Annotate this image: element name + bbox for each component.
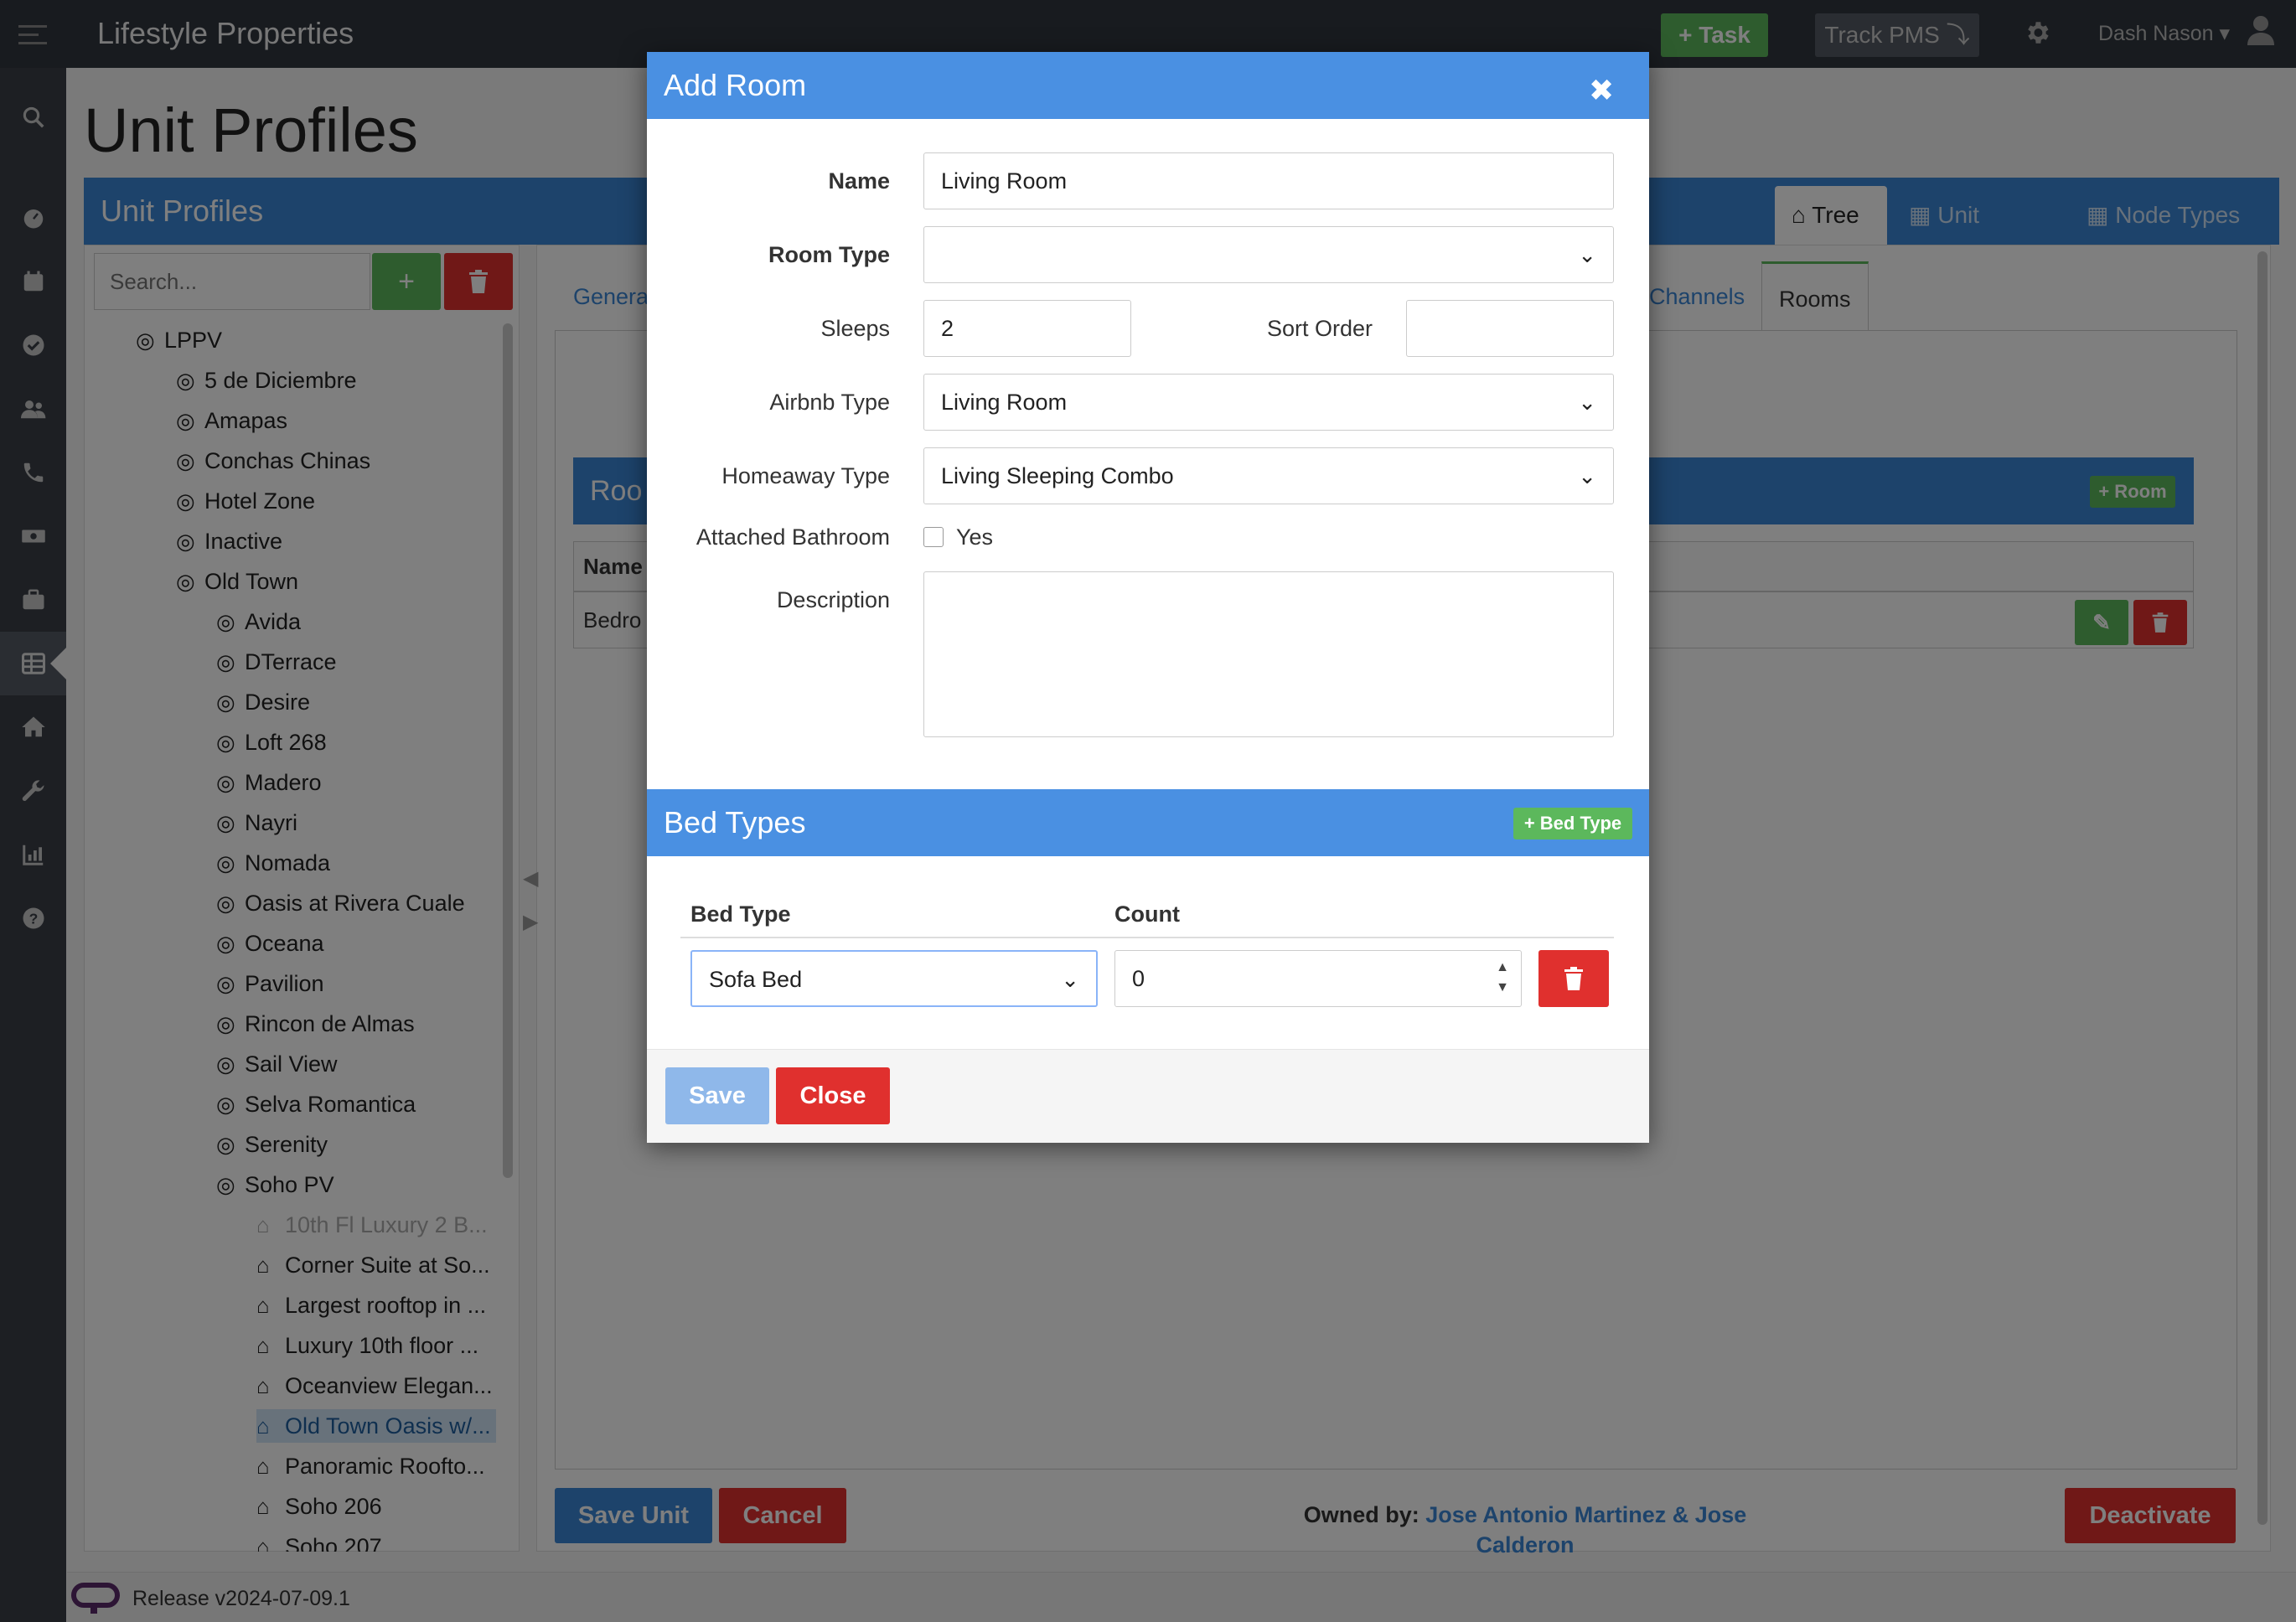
bed-type-col-header: Bed Type [690, 901, 791, 927]
save-button[interactable]: Save [665, 1067, 769, 1124]
room-type-label: Room Type [768, 242, 890, 267]
room-type-select[interactable]: ⌄ [923, 226, 1614, 283]
count-col-header: Count [1114, 901, 1180, 927]
name-input[interactable]: Living Room [923, 152, 1614, 209]
sleeps-label: Sleeps [820, 316, 890, 341]
bed-type-select[interactable]: Sofa Bed ⌄ [690, 950, 1098, 1007]
chevron-down-icon: ⌄ [1578, 242, 1596, 267]
attached-bathroom-label: Attached Bathroom [696, 524, 890, 550]
sort-order-input[interactable] [1406, 300, 1614, 357]
close-button[interactable]: Close [776, 1067, 890, 1124]
homeaway-type-select[interactable]: Living Sleeping Combo ⌄ [923, 447, 1614, 504]
airbnb-type-select[interactable]: Living Room ⌄ [923, 374, 1614, 431]
bed-type-value: Sofa Bed [709, 967, 803, 992]
chevron-down-icon: ⌄ [1578, 463, 1596, 488]
stepper-arrows-icon[interactable]: ▲ ▼ [1496, 958, 1509, 998]
attached-bathroom-yes: Yes [956, 524, 994, 550]
bed-types-title: Bed Types [664, 805, 806, 839]
trash-icon [1564, 967, 1583, 990]
chevron-down-icon: ⌄ [1578, 390, 1596, 415]
homeaway-type-label: Homeaway Type [721, 463, 890, 488]
chevron-down-icon: ⌄ [1061, 967, 1079, 992]
airbnb-type-value: Living Room [941, 390, 1068, 415]
homeaway-type-value: Living Sleeping Combo [941, 463, 1174, 488]
count-value: 0 [1132, 966, 1145, 991]
count-stepper[interactable]: 0 ▲ ▼ [1114, 950, 1522, 1007]
description-textarea[interactable] [923, 571, 1614, 737]
delete-bed-type-button[interactable] [1538, 950, 1609, 1007]
close-icon[interactable]: ✖ [1589, 69, 1614, 112]
sort-order-label: Sort Order [1266, 316, 1373, 341]
sleeps-input[interactable]: 2 [923, 300, 1131, 357]
bed-table-divider [680, 937, 1614, 938]
modal-title: Add Room [664, 68, 807, 102]
attached-bathroom-checkbox[interactable] [923, 527, 944, 547]
add-bed-type-button[interactable]: + Bed Type [1513, 808, 1632, 839]
airbnb-type-label: Airbnb Type [769, 390, 890, 415]
name-label: Name [828, 168, 890, 194]
description-label: Description [776, 587, 890, 612]
